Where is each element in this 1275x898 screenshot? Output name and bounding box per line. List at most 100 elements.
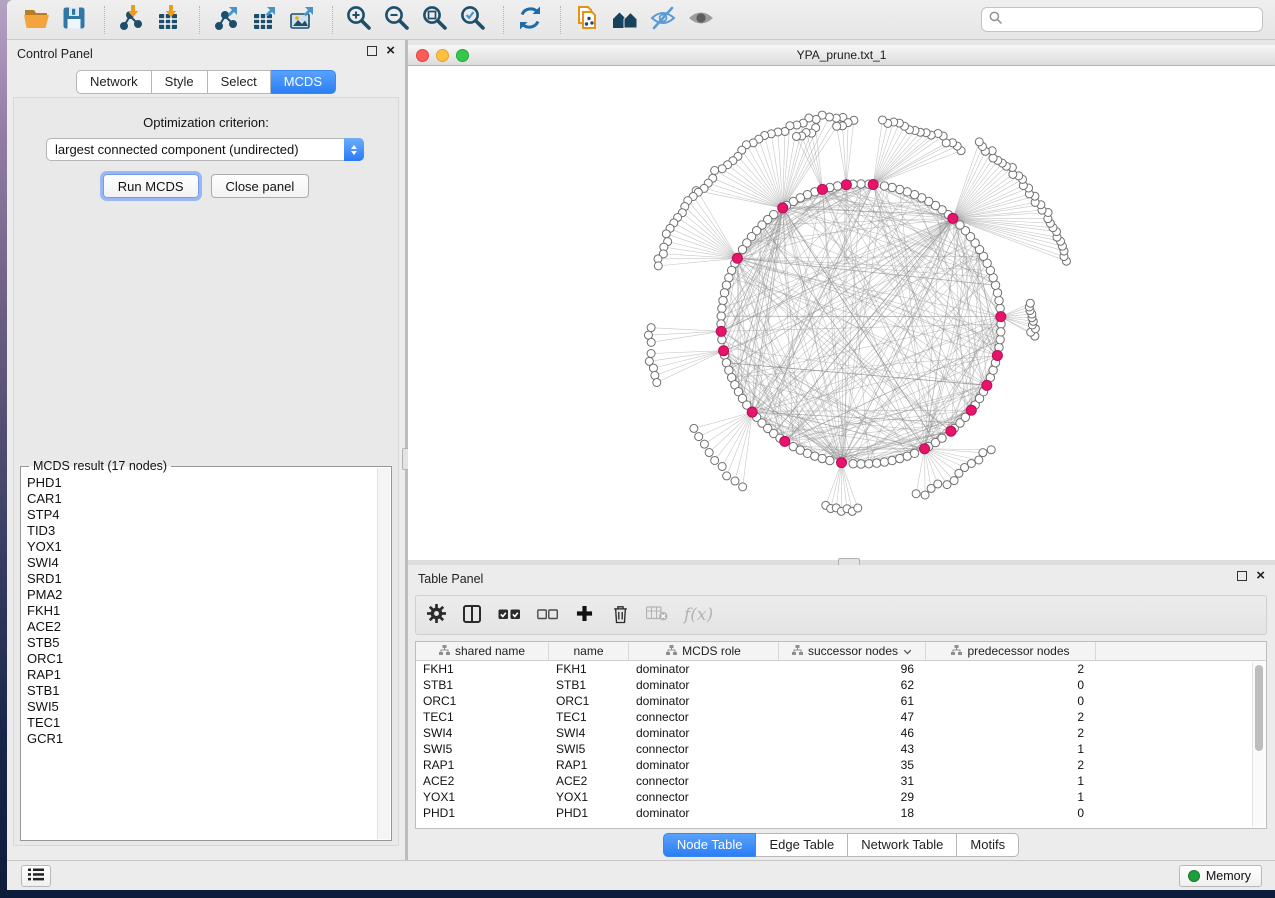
network-node[interactable] <box>739 483 747 491</box>
cell-successor-nodes[interactable]: 43 <box>779 741 926 757</box>
task-history-button[interactable] <box>21 865 51 887</box>
close-window-light[interactable] <box>416 49 429 62</box>
dominator-node[interactable] <box>837 458 847 468</box>
network-node[interactable] <box>833 182 841 190</box>
mcds-result-item[interactable]: STP4 <box>27 507 373 523</box>
cell-name[interactable]: ACE2 <box>549 773 629 789</box>
zoom-in-button[interactable] <box>342 4 376 36</box>
network-node[interactable] <box>878 116 886 124</box>
cell-name[interactable]: SWI4 <box>549 725 629 741</box>
network-node[interactable] <box>912 490 920 498</box>
cell-shared-name[interactable]: ACE2 <box>416 773 549 789</box>
cell-successor-nodes[interactable]: 35 <box>779 757 926 773</box>
cell-predecessor-nodes[interactable]: 2 <box>926 725 1096 741</box>
network-node[interactable] <box>872 459 880 467</box>
network-canvas[interactable] <box>408 66 1275 560</box>
cell-shared-name[interactable]: TEC1 <box>416 709 549 725</box>
mcds-result-item[interactable]: ORC1 <box>27 651 373 667</box>
cell-predecessor-nodes[interactable]: 1 <box>926 789 1096 805</box>
mcds-result-item[interactable]: YOX1 <box>27 539 373 555</box>
cell-mcds-role[interactable]: dominator <box>629 757 779 773</box>
network-node[interactable] <box>649 364 657 372</box>
scrollbar-thumb[interactable] <box>1255 665 1263 751</box>
network-node[interactable] <box>921 491 929 499</box>
table-row[interactable]: STB1STB1dominator620 <box>416 677 1252 693</box>
mcds-result-item[interactable]: FKH1 <box>27 603 373 619</box>
run-mcds-button[interactable]: Run MCDS <box>103 174 199 198</box>
cell-mcds-role[interactable]: connector <box>629 789 779 805</box>
tab-motifs[interactable]: Motifs <box>957 833 1019 857</box>
network-node[interactable] <box>854 504 862 512</box>
mcds-result-item[interactable]: SWI5 <box>27 699 373 715</box>
network-node[interactable] <box>653 379 661 387</box>
network-node[interactable] <box>934 480 942 488</box>
network-node[interactable] <box>812 115 820 123</box>
mcds-result-item[interactable]: STB5 <box>27 635 373 651</box>
cell-predecessor-nodes[interactable]: 2 <box>926 709 1096 725</box>
cell-successor-nodes[interactable]: 46 <box>779 725 926 741</box>
cell-shared-name[interactable]: SWI5 <box>416 741 549 757</box>
mcds-result-item[interactable]: CAR1 <box>27 491 373 507</box>
close-panel-icon[interactable]: × <box>1256 571 1265 581</box>
float-panel-icon[interactable] <box>1237 571 1247 581</box>
mcds-result-item[interactable]: TID3 <box>27 523 373 539</box>
network-node[interactable] <box>857 460 865 468</box>
network-node[interactable] <box>938 434 946 442</box>
cell-predecessor-nodes[interactable]: 0 <box>926 805 1096 821</box>
dominator-node[interactable] <box>966 405 976 415</box>
dominator-node[interactable] <box>996 312 1006 322</box>
column-header-shared-name[interactable]: shared name <box>416 642 549 660</box>
criterion-select[interactable]: largest connected component (undirected) <box>46 138 364 161</box>
dominator-node[interactable] <box>778 203 788 213</box>
dominator-node[interactable] <box>716 326 726 336</box>
cell-shared-name[interactable]: FKH1 <box>416 661 549 677</box>
column-header-predecessor-nodes[interactable]: predecessor nodes <box>926 642 1096 660</box>
hide-selected-button[interactable] <box>646 4 680 36</box>
zoom-selected-button[interactable] <box>456 4 490 36</box>
cell-mcds-role[interactable]: dominator <box>629 661 779 677</box>
add-column-button[interactable] <box>574 603 594 627</box>
show-columns-button[interactable] <box>462 603 482 627</box>
network-node[interactable] <box>690 424 698 432</box>
cell-shared-name[interactable]: STB1 <box>416 677 549 693</box>
table-row[interactable]: SWI4SWI4dominator462 <box>416 725 1252 741</box>
show-all-button[interactable] <box>684 4 718 36</box>
network-node[interactable] <box>857 180 865 188</box>
mcds-result-item[interactable]: SRD1 <box>27 571 373 587</box>
mcds-result-scrollbar[interactable] <box>377 468 390 839</box>
network-node[interactable] <box>711 456 719 464</box>
network-node[interactable] <box>989 154 997 162</box>
cell-name[interactable]: YOX1 <box>549 789 629 805</box>
network-node[interactable] <box>695 433 703 441</box>
cell-shared-name[interactable]: ORC1 <box>416 693 549 709</box>
cell-name[interactable]: FKH1 <box>549 661 629 677</box>
network-node[interactable] <box>723 472 731 480</box>
network-node[interactable] <box>997 328 1005 336</box>
tab-mcds[interactable]: MCDS <box>271 70 336 94</box>
search-input[interactable] <box>1002 13 1255 27</box>
cell-successor-nodes[interactable]: 29 <box>779 789 926 805</box>
network-graph[interactable] <box>408 66 1275 560</box>
column-header-successor-nodes[interactable]: successor nodes <box>779 642 926 660</box>
dominator-node[interactable] <box>868 180 878 190</box>
network-node[interactable] <box>880 182 888 190</box>
network-node[interactable] <box>880 458 888 466</box>
network-node[interactable] <box>647 350 655 358</box>
network-node[interactable] <box>792 132 800 140</box>
save-button[interactable] <box>57 4 91 36</box>
cell-successor-nodes[interactable]: 31 <box>779 773 926 789</box>
mcds-result-item[interactable]: TEC1 <box>27 715 373 731</box>
network-node[interactable] <box>888 183 896 191</box>
dominator-node[interactable] <box>992 350 1002 360</box>
network-node[interactable] <box>849 460 857 468</box>
network-node[interactable] <box>647 338 655 346</box>
dominator-node[interactable] <box>817 184 827 194</box>
float-panel-icon[interactable] <box>367 46 377 56</box>
cell-name[interactable]: SWI5 <box>549 741 629 757</box>
zoom-fit-button[interactable] <box>418 4 452 36</box>
cell-mcds-role[interactable]: connector <box>629 741 779 757</box>
dominator-node[interactable] <box>732 253 742 263</box>
tab-edge-table[interactable]: Edge Table <box>756 833 848 857</box>
open-button[interactable] <box>19 4 53 36</box>
export-network-button[interactable] <box>209 4 243 36</box>
